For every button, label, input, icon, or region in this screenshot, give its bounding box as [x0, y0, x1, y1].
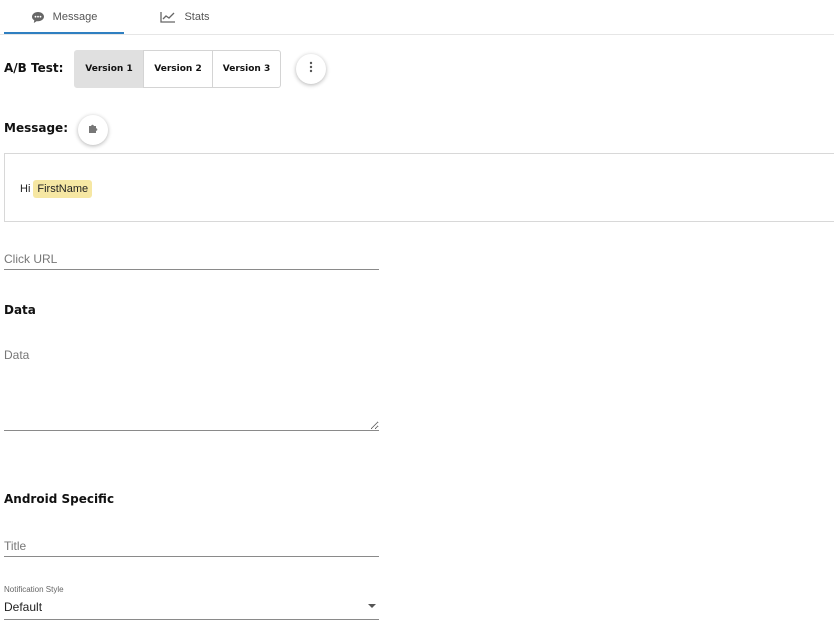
version-3-button[interactable]: Version 3	[212, 50, 281, 88]
message-text: Hi	[20, 183, 31, 195]
puzzle-icon	[87, 121, 99, 139]
more-vert-icon	[309, 60, 313, 78]
dropdown-arrow-icon	[368, 604, 376, 608]
click-url-field	[4, 250, 379, 270]
tab-stats-label: Stats	[184, 11, 210, 23]
active-tab-indicator	[4, 32, 124, 34]
android-section-title: Android Specific	[4, 492, 115, 506]
chat-bubble-icon	[31, 11, 45, 24]
message-label: Message:	[4, 121, 68, 135]
click-url-input[interactable]	[4, 252, 379, 266]
version-1-button[interactable]: Version 1	[74, 50, 144, 88]
data-section-title: Data	[4, 303, 36, 317]
data-textarea[interactable]	[4, 348, 379, 430]
ab-test-label: A/B Test:	[4, 61, 64, 75]
android-title-field	[4, 537, 379, 557]
message-editor[interactable]: Hi FirstName	[4, 153, 834, 222]
version-2-button[interactable]: Version 2	[143, 50, 213, 88]
insert-personalization-button[interactable]	[78, 115, 108, 145]
android-title-input[interactable]	[4, 539, 379, 553]
tab-message[interactable]: Message	[4, 0, 124, 34]
data-field	[4, 348, 379, 431]
more-options-button[interactable]	[296, 54, 326, 84]
firstname-token[interactable]: FirstName	[33, 180, 93, 198]
tab-stats[interactable]: Stats	[140, 0, 230, 34]
tab-message-label: Message	[52, 11, 98, 23]
tab-bar: Message Stats	[0, 0, 834, 35]
notification-style-value: Default	[4, 600, 43, 614]
notification-style-select[interactable]: Notification Style Default	[4, 584, 379, 620]
message-content: Hi FirstName	[20, 180, 93, 198]
notification-style-label: Notification Style	[4, 585, 64, 594]
line-chart-icon	[160, 11, 176, 23]
